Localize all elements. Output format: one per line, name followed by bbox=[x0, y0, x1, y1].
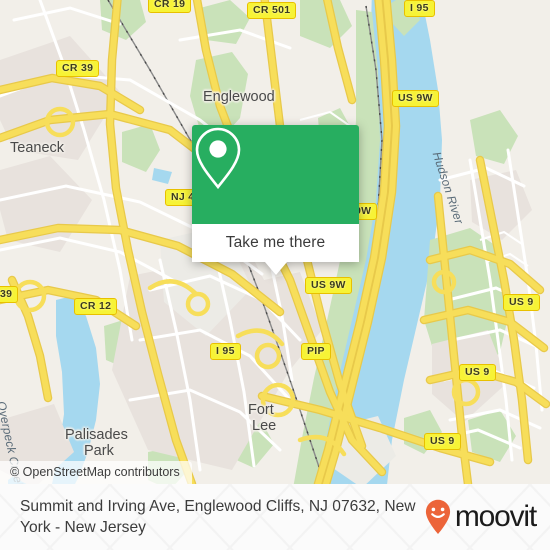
road-shield: CR 39 bbox=[56, 60, 100, 77]
place-label: Teaneck bbox=[10, 140, 65, 156]
moovit-wordmark: moovit bbox=[454, 500, 537, 533]
take-me-there-label: Take me there bbox=[225, 234, 326, 251]
moovit-brand[interactable]: moovit bbox=[425, 499, 537, 535]
footer-bar: Summit and Irving Ave, Englewood Cliffs,… bbox=[0, 484, 550, 550]
road-shield: US 9 bbox=[424, 433, 461, 450]
place-label: Park bbox=[84, 443, 114, 459]
popup-action-bar[interactable]: Take me there bbox=[192, 224, 359, 275]
osm-attribution[interactable]: © OpenStreetMap contributors bbox=[0, 461, 192, 484]
road-shield: 39 bbox=[0, 286, 19, 303]
road-shield: US 9 bbox=[459, 364, 496, 381]
screenshot-root: CR 19 CR 501 I 95 CR 39 US 9W NJ 4 9W 39 CR 12 US… bbox=[0, 0, 550, 550]
location-title: Summit and Irving Ave, Englewood Cliffs,… bbox=[20, 498, 416, 536]
road-shield: US 9W bbox=[392, 90, 439, 107]
map-pin-icon bbox=[195, 127, 241, 190]
place-label: Lee bbox=[252, 418, 277, 434]
map-canvas[interactable]: CR 19 CR 501 I 95 CR 39 US 9W NJ 4 9W 39 CR 12 US… bbox=[0, 0, 550, 484]
popup-header bbox=[192, 125, 359, 224]
road-shield: PIP bbox=[301, 343, 331, 360]
road-shield: US 9 bbox=[503, 294, 540, 311]
popup-pointer bbox=[264, 262, 287, 275]
road-shield: US 9W bbox=[305, 277, 352, 294]
moovit-smiley-pin-icon bbox=[425, 499, 450, 534]
road-shield: CR 12 bbox=[74, 298, 118, 315]
road-shield: I 95 bbox=[210, 343, 241, 360]
place-label: Englewood bbox=[203, 89, 275, 105]
location-popup[interactable]: Take me there bbox=[192, 125, 359, 275]
place-label: Palisades bbox=[65, 427, 128, 443]
road-shield: CR 501 bbox=[247, 2, 297, 19]
place-label: Fort bbox=[248, 402, 274, 418]
road-shield: I 95 bbox=[404, 0, 435, 17]
road-shield: CR 19 bbox=[148, 0, 192, 13]
